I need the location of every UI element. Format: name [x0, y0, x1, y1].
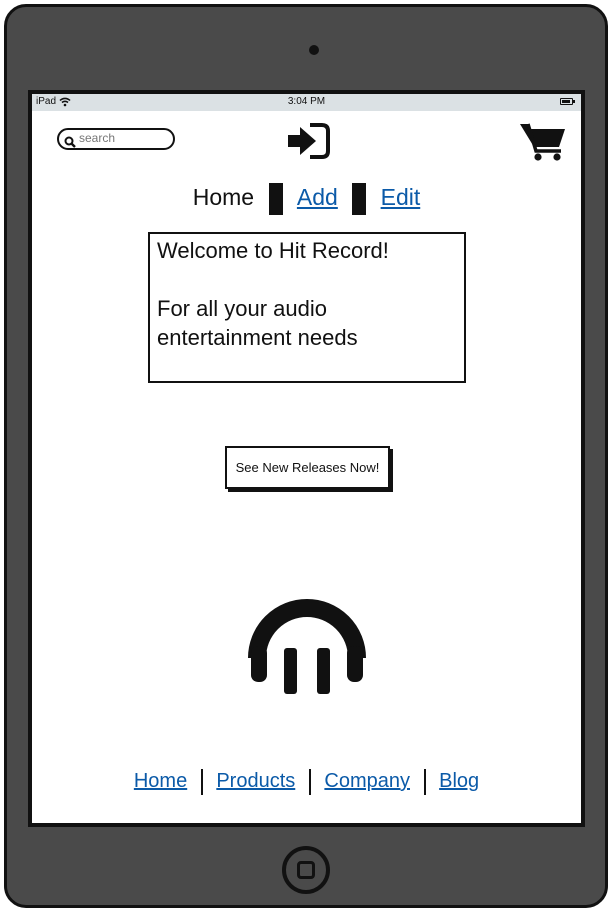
screen: iPad 3:04 PM search Home Add Edit Welcom… [28, 90, 585, 827]
footer-divider [423, 768, 426, 795]
welcome-heading: Welcome to Hit Record! [157, 238, 389, 263]
home-square-icon [297, 861, 315, 879]
nav-home-current: Home [192, 184, 255, 210]
footer-divider [308, 768, 311, 795]
footer-blog-link[interactable]: Blog [433, 768, 485, 795]
footer-company-link[interactable]: Company [318, 768, 416, 795]
status-bar: iPad 3:04 PM [32, 94, 581, 111]
camera-dot [309, 45, 319, 55]
footer-nav: Home Products Company Blog [32, 768, 581, 795]
nav-edit-link[interactable]: Edit [375, 182, 427, 213]
nav-divider [352, 182, 367, 215]
welcome-tagline-1: For all your audio [157, 296, 327, 321]
headphones-icon [246, 592, 368, 700]
login-icon[interactable] [286, 123, 330, 163]
search-placeholder: search [79, 131, 116, 145]
welcome-tagline-2: entertainment needs [157, 325, 358, 350]
welcome-textbox: Welcome to Hit Record! For all your audi… [148, 232, 466, 383]
device-home-button[interactable] [282, 846, 330, 894]
nav-divider [268, 182, 283, 215]
footer-divider [200, 768, 203, 795]
see-new-releases-button[interactable]: See New Releases Now! [225, 446, 390, 489]
top-nav: Home Add Edit [32, 182, 581, 215]
search-input[interactable]: search [57, 128, 175, 150]
footer-home-link[interactable]: Home [128, 768, 193, 795]
nav-add-link[interactable]: Add [291, 182, 344, 213]
footer-products-link[interactable]: Products [210, 768, 301, 795]
cart-icon[interactable] [519, 121, 567, 165]
search-icon [64, 133, 76, 152]
battery-icon [560, 98, 575, 105]
status-time: 3:04 PM [287, 96, 326, 107]
